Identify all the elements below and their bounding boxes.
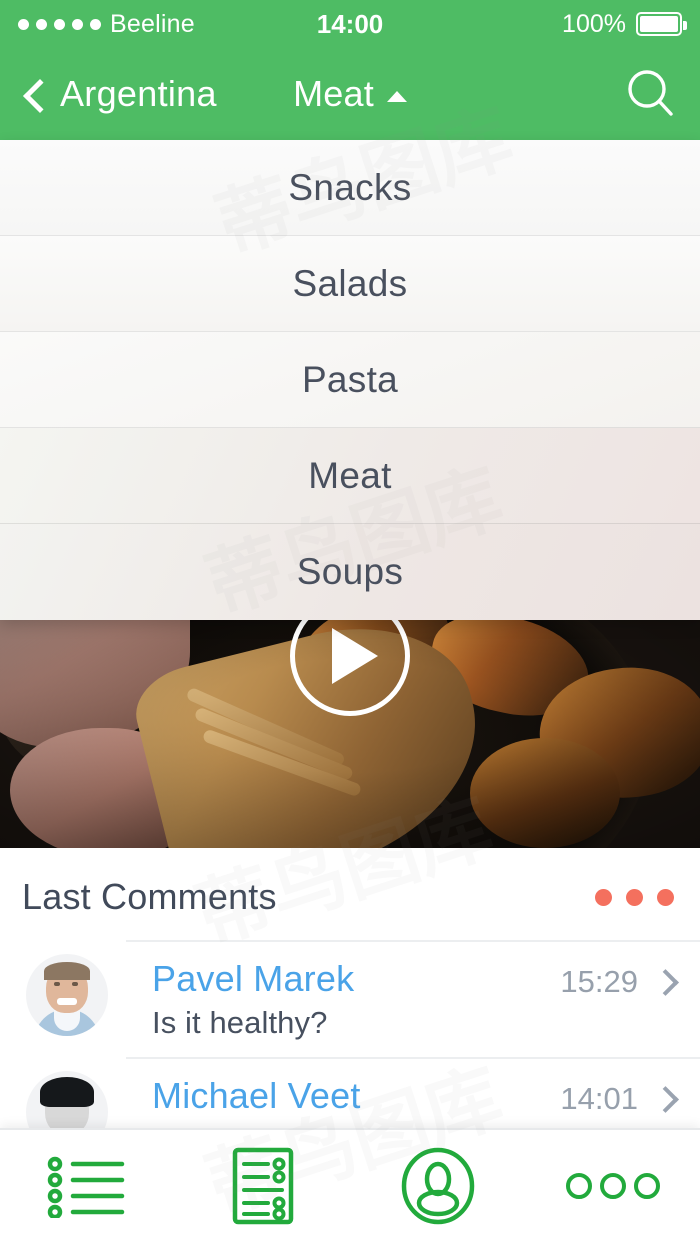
status-bar: Beeline 14:00 100% <box>0 0 700 48</box>
dropdown-item-pasta[interactable]: Pasta <box>0 332 700 428</box>
bottom-tab-bar <box>0 1128 700 1242</box>
chevron-left-icon <box>22 81 48 107</box>
comment-body: Michael Veet <box>152 1075 538 1122</box>
comment-meta: 15:29 <box>560 958 674 1000</box>
comments-title: Last Comments <box>22 876 277 917</box>
dropdown-item-label: Snacks <box>288 166 412 208</box>
search-icon <box>628 70 673 116</box>
document-list-icon <box>232 1147 293 1225</box>
search-button[interactable] <box>624 67 678 121</box>
category-dropdown-menu[interactable]: Snacks Salads Pasta Meat Soups <box>0 140 700 620</box>
comment-author[interactable]: Michael Veet <box>152 1075 361 1116</box>
user-circle-icon <box>401 1147 474 1225</box>
comment-meta: 14:01 <box>560 1075 674 1117</box>
status-bar-left: Beeline <box>18 10 350 39</box>
comment-row[interactable]: Pavel Marek Is it healthy? 15:29 <box>26 940 700 1057</box>
tab-orders[interactable] <box>175 1130 350 1242</box>
chevron-right-icon[interactable] <box>654 972 674 992</box>
bulleted-list-icon <box>47 1156 124 1218</box>
signal-strength-icon <box>18 18 101 30</box>
last-comments-section: Last Comments Pavel Marek Is it healthy?… <box>0 848 700 1154</box>
status-bar-right: 100% <box>350 9 687 39</box>
back-button[interactable]: Argentina <box>22 73 217 115</box>
dropdown-item-snacks[interactable]: Snacks <box>0 140 700 236</box>
more-circles-icon <box>565 1173 660 1199</box>
tab-list[interactable] <box>0 1130 175 1242</box>
battery-full-icon <box>636 12 687 36</box>
comment-row[interactable]: Michael Veet 14:01 <box>26 1057 700 1154</box>
nav-bar: Argentina Meat <box>0 48 700 140</box>
comment-text: Is it healthy? <box>152 1005 328 1041</box>
comment-author[interactable]: Pavel Marek <box>152 958 354 999</box>
caret-up-icon <box>386 90 407 102</box>
dropdown-item-meat[interactable]: Meat <box>0 428 700 524</box>
tab-more[interactable] <box>525 1130 700 1242</box>
comment-body: Pavel Marek Is it healthy? <box>152 958 538 1041</box>
avatar <box>26 954 108 1036</box>
comments-header: Last Comments <box>0 848 700 940</box>
chevron-right-icon[interactable] <box>654 1089 674 1109</box>
carrier-label: Beeline <box>110 9 195 38</box>
page-title: Meat <box>293 73 374 114</box>
comment-timestamp: 15:29 <box>560 964 638 999</box>
phone-screen: Beeline 14:00 100% Argentina Meat Snacks <box>0 0 700 1242</box>
battery-percent-label: 100% <box>562 9 626 38</box>
comment-timestamp: 14:01 <box>560 1081 638 1117</box>
more-dots-icon[interactable] <box>595 888 674 906</box>
recipe-video-thumbnail[interactable] <box>0 608 700 848</box>
dropdown-item-salads[interactable]: Salads <box>0 236 700 332</box>
back-button-label: Argentina <box>60 73 217 114</box>
dropdown-item-label: Pasta <box>301 358 399 400</box>
tab-profile[interactable] <box>350 1130 525 1242</box>
dropdown-item-label: Meat <box>308 454 392 496</box>
dropdown-item-label: Salads <box>292 262 408 304</box>
dropdown-item-label: Soups <box>296 551 404 592</box>
dropdown-item-soups[interactable]: Soups <box>0 524 700 620</box>
